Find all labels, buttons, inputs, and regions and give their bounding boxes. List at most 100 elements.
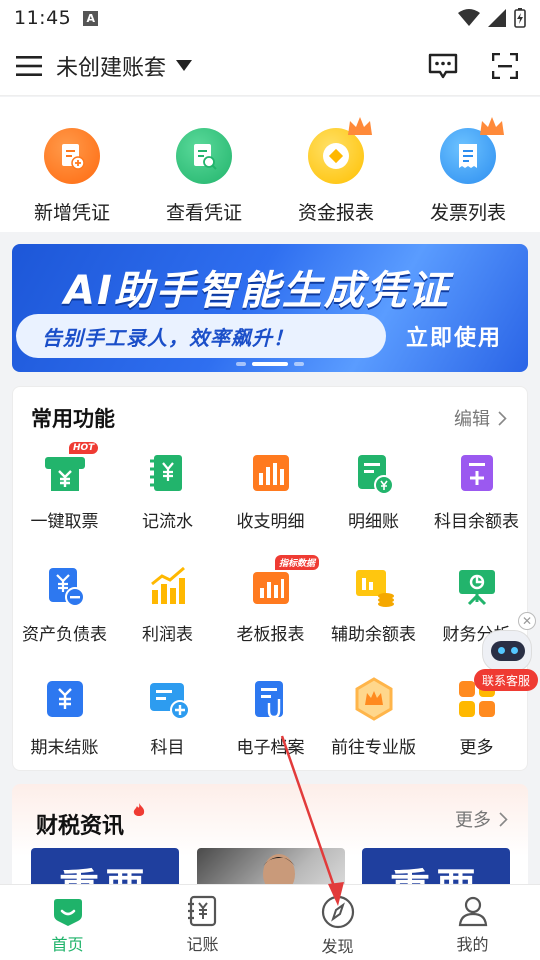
banner-subtitle: 告别手工录人，效率飙升！: [42, 325, 294, 350]
function-item[interactable]: 记流水: [116, 445, 219, 558]
wifi-icon: [458, 9, 480, 26]
carousel-dot-active[interactable]: [252, 362, 288, 366]
nav-label: 记账: [186, 935, 219, 954]
function-label: 收支明细: [236, 512, 305, 532]
carousel-dot[interactable]: [294, 362, 304, 366]
period-close-icon: [43, 677, 87, 721]
ledger-icon: [146, 451, 190, 495]
function-label: 电子档案: [236, 738, 305, 758]
nav-profile[interactable]: 我的: [423, 885, 523, 960]
nav-label: 首页: [51, 935, 84, 954]
ai-assistant-banner[interactable]: AI助手智能生成凭证 告别手工录人，效率飙升！ 立即使用: [12, 244, 528, 372]
user-icon: [458, 896, 487, 927]
aux-balance-icon: [352, 564, 396, 608]
scan-icon[interactable]: [492, 52, 518, 79]
function-item[interactable]: 明细账: [322, 445, 425, 558]
chevron-down-icon[interactable]: [176, 60, 193, 71]
home-icon: [53, 899, 82, 926]
function-item[interactable]: 辅助余额表: [322, 558, 425, 671]
robot-eye: [498, 647, 505, 654]
quick-fund-report[interactable]: 资金报表: [276, 97, 396, 232]
function-tag: HOT: [69, 442, 99, 454]
crown-icon: [480, 117, 504, 135]
function-tag: 指标数据: [275, 555, 320, 570]
detail-ledger-icon: [352, 451, 396, 495]
function-label: 利润表: [142, 625, 193, 645]
status-bar: 11:45 A: [0, 0, 540, 36]
view-voucher-icon: [176, 128, 232, 184]
function-label: 资产负债表: [22, 625, 107, 645]
income-chart-icon: [249, 451, 293, 495]
function-item[interactable]: 期末结账: [13, 671, 116, 784]
quick-add-voucher[interactable]: 新增凭证: [12, 97, 132, 232]
edit-label: 编辑: [454, 409, 490, 430]
quick-view-voucher[interactable]: 查看凭证: [144, 97, 264, 232]
function-item[interactable]: 收支明细: [219, 445, 322, 558]
quick-actions: 新增凭证 查看凭证 资金报表 发票列表: [0, 97, 540, 232]
function-label: 更多: [459, 738, 494, 758]
function-item[interactable]: 科目余额表: [425, 445, 528, 558]
profit-chart-icon: [146, 564, 190, 608]
function-item[interactable]: HOT 一键取票: [13, 442, 116, 558]
message-icon[interactable]: [428, 53, 458, 79]
function-label: 记流水: [142, 512, 193, 532]
edit-button[interactable]: 编辑: [454, 405, 507, 431]
function-item[interactable]: 科目: [116, 671, 219, 784]
boss-report-icon: [249, 564, 293, 608]
account-set-title[interactable]: 未创建账套: [56, 50, 166, 82]
signal-icon: [488, 9, 506, 27]
customer-service-bot[interactable]: ✕ 联系客服: [472, 610, 540, 692]
carousel-dot[interactable]: [236, 362, 246, 366]
fire-icon: [133, 803, 145, 816]
notification-icon: A: [83, 10, 99, 26]
battery-icon: [514, 8, 526, 28]
quick-label: 发票列表: [429, 202, 506, 224]
nav-bookkeeping[interactable]: 记账: [153, 885, 253, 960]
balance-doc-icon: [455, 451, 499, 495]
function-grid: HOT 一键取票 记流水 收支明细 明细账 科目余额表资产负债表 利润表 指标数据 老板报表 辅助…: [13, 442, 529, 784]
function-label: 一键取票: [30, 512, 99, 532]
function-label: 科目: [150, 738, 185, 758]
function-item[interactable]: 利润表: [116, 558, 219, 671]
function-item[interactable]: 电子档案: [219, 671, 322, 784]
chevron-right-icon: [499, 811, 508, 827]
quick-label: 查看凭证: [165, 202, 242, 224]
more-news-button[interactable]: 更多: [455, 806, 508, 832]
bookkeeping-icon: [187, 895, 216, 927]
chevron-right-icon: [498, 410, 507, 426]
banner-subtitle-pill: 告别手工录人，效率飙升！: [16, 314, 386, 358]
quick-invoice-list[interactable]: 发票列表: [408, 97, 528, 232]
nav-discover[interactable]: 发现: [288, 885, 388, 960]
carousel-dots: [12, 362, 528, 366]
quick-label: 资金报表: [297, 202, 374, 224]
quick-label: 新增凭证: [33, 202, 110, 224]
function-item[interactable]: 前往专业版: [322, 671, 425, 784]
section-title: 财税资讯: [36, 814, 125, 839]
section-title: 常用功能: [31, 407, 115, 431]
close-icon[interactable]: ✕: [518, 612, 536, 630]
function-label: 明细账: [348, 512, 399, 532]
function-item[interactable]: 指标数据 老板报表: [219, 555, 322, 671]
robot-eye: [511, 647, 518, 654]
function-label: 期末结账: [30, 738, 99, 758]
compass-icon: [321, 895, 354, 929]
nav-home[interactable]: 首页: [18, 885, 118, 960]
more-label: 更多: [455, 810, 491, 831]
nav-label: 我的: [456, 935, 489, 954]
nav-label: 发现: [321, 937, 354, 956]
crown-icon: [348, 117, 372, 135]
bottom-navigation: 首页 记账 发现 我的: [0, 884, 540, 960]
ticket-icon: [43, 451, 87, 495]
use-now-button[interactable]: 立即使用: [406, 320, 502, 352]
robot-icon: [482, 630, 532, 672]
add-voucher-icon: [44, 128, 100, 184]
function-item[interactable]: 资产负债表: [13, 558, 116, 671]
contact-service-label[interactable]: 联系客服: [474, 669, 538, 691]
function-label: 辅助余额表: [331, 625, 416, 645]
banner-title: AI助手智能生成凭证: [64, 268, 450, 314]
pro-version-icon: [352, 677, 396, 721]
menu-icon[interactable]: [16, 55, 42, 77]
asset-icon: [43, 564, 87, 608]
robot-face: [491, 641, 525, 661]
function-label: 科目余额表: [434, 512, 519, 532]
